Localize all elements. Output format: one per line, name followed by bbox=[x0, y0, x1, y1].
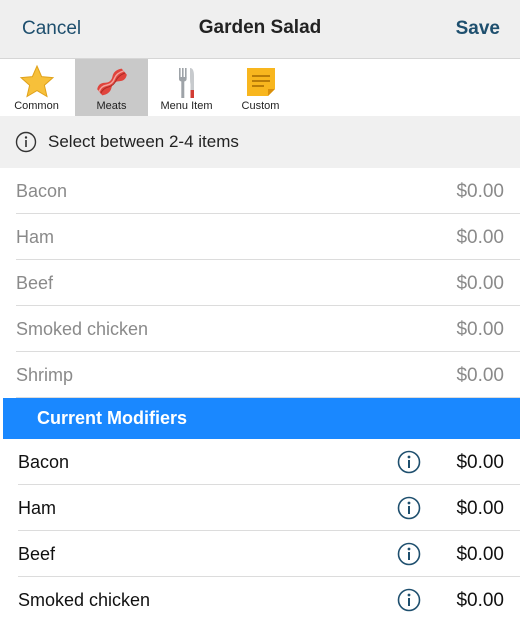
list-item[interactable]: Ham $0.00 bbox=[16, 214, 520, 260]
tab-label: Common bbox=[14, 100, 59, 112]
info-icon bbox=[15, 131, 37, 153]
item-price: $0.00 bbox=[456, 498, 504, 519]
item-price: $0.00 bbox=[456, 273, 504, 294]
list-item[interactable]: Shrimp $0.00 bbox=[16, 352, 520, 398]
star-icon bbox=[19, 64, 54, 98]
table-row[interactable]: Smoked chicken $0.00 bbox=[18, 577, 520, 622]
table-row[interactable]: Bacon $0.00 bbox=[18, 439, 520, 485]
list-item[interactable]: Beef $0.00 bbox=[16, 260, 520, 306]
sticky-note-icon bbox=[246, 68, 275, 96]
list-item[interactable]: Smoked chicken $0.00 bbox=[16, 306, 520, 352]
section-title: Current Modifiers bbox=[37, 408, 188, 428]
bacon-icon bbox=[96, 68, 127, 96]
tab-common[interactable]: Common bbox=[0, 59, 73, 116]
item-name: Shrimp bbox=[16, 365, 74, 385]
tab-custom[interactable]: Custom bbox=[224, 59, 297, 116]
tab-menu-item[interactable]: Menu Item bbox=[150, 59, 223, 116]
tab-meats[interactable]: Meats bbox=[75, 59, 148, 116]
list-item[interactable]: Bacon $0.00 bbox=[16, 168, 520, 214]
item-price: $0.00 bbox=[456, 452, 504, 473]
item-price: $0.00 bbox=[456, 365, 504, 386]
item-price: $0.00 bbox=[456, 181, 504, 202]
item-name: Bacon bbox=[16, 181, 68, 201]
item-price: $0.00 bbox=[456, 544, 504, 565]
current-modifiers-list: Bacon $0.00 Ham $0.00 Beef $0.00 Smoked … bbox=[0, 439, 520, 622]
item-name: Beef bbox=[16, 273, 54, 293]
page-title: Garden Salad bbox=[198, 17, 322, 38]
item-name: Bacon bbox=[18, 452, 70, 472]
item-price: $0.00 bbox=[456, 227, 504, 248]
current-modifiers-header: Current Modifiers bbox=[3, 398, 520, 439]
info-message: Select between 2-4 items bbox=[48, 132, 239, 151]
item-name: Beef bbox=[18, 544, 56, 564]
utensils-icon bbox=[178, 68, 194, 98]
item-name: Smoked chicken bbox=[18, 590, 151, 610]
available-modifiers-list: Bacon $0.00 Ham $0.00 Beef $0.00 Smoked … bbox=[0, 168, 520, 398]
item-name: Ham bbox=[18, 498, 57, 518]
info-icon[interactable] bbox=[397, 542, 421, 566]
info-icon[interactable] bbox=[397, 588, 421, 612]
modifier-dialog: Cancel Garden Salad Save Common Meats Me… bbox=[0, 0, 520, 622]
category-tabs: Common Meats Menu Item Custom bbox=[0, 59, 520, 116]
table-row[interactable]: Beef $0.00 bbox=[18, 531, 520, 577]
selection-info-bar: Select between 2-4 items bbox=[0, 116, 520, 168]
tab-label: Menu Item bbox=[160, 100, 213, 112]
table-row[interactable]: Ham $0.00 bbox=[18, 485, 520, 531]
save-button[interactable]: Save bbox=[456, 18, 500, 40]
item-name: Smoked chicken bbox=[16, 319, 149, 339]
tab-label: Custom bbox=[241, 100, 280, 112]
item-name: Ham bbox=[16, 227, 55, 247]
info-icon[interactable] bbox=[397, 450, 421, 474]
item-price: $0.00 bbox=[456, 590, 504, 611]
dialog-header: Cancel Garden Salad Save bbox=[0, 0, 520, 59]
item-price: $0.00 bbox=[456, 319, 504, 340]
info-icon[interactable] bbox=[397, 496, 421, 520]
tab-label: Meats bbox=[96, 100, 127, 112]
